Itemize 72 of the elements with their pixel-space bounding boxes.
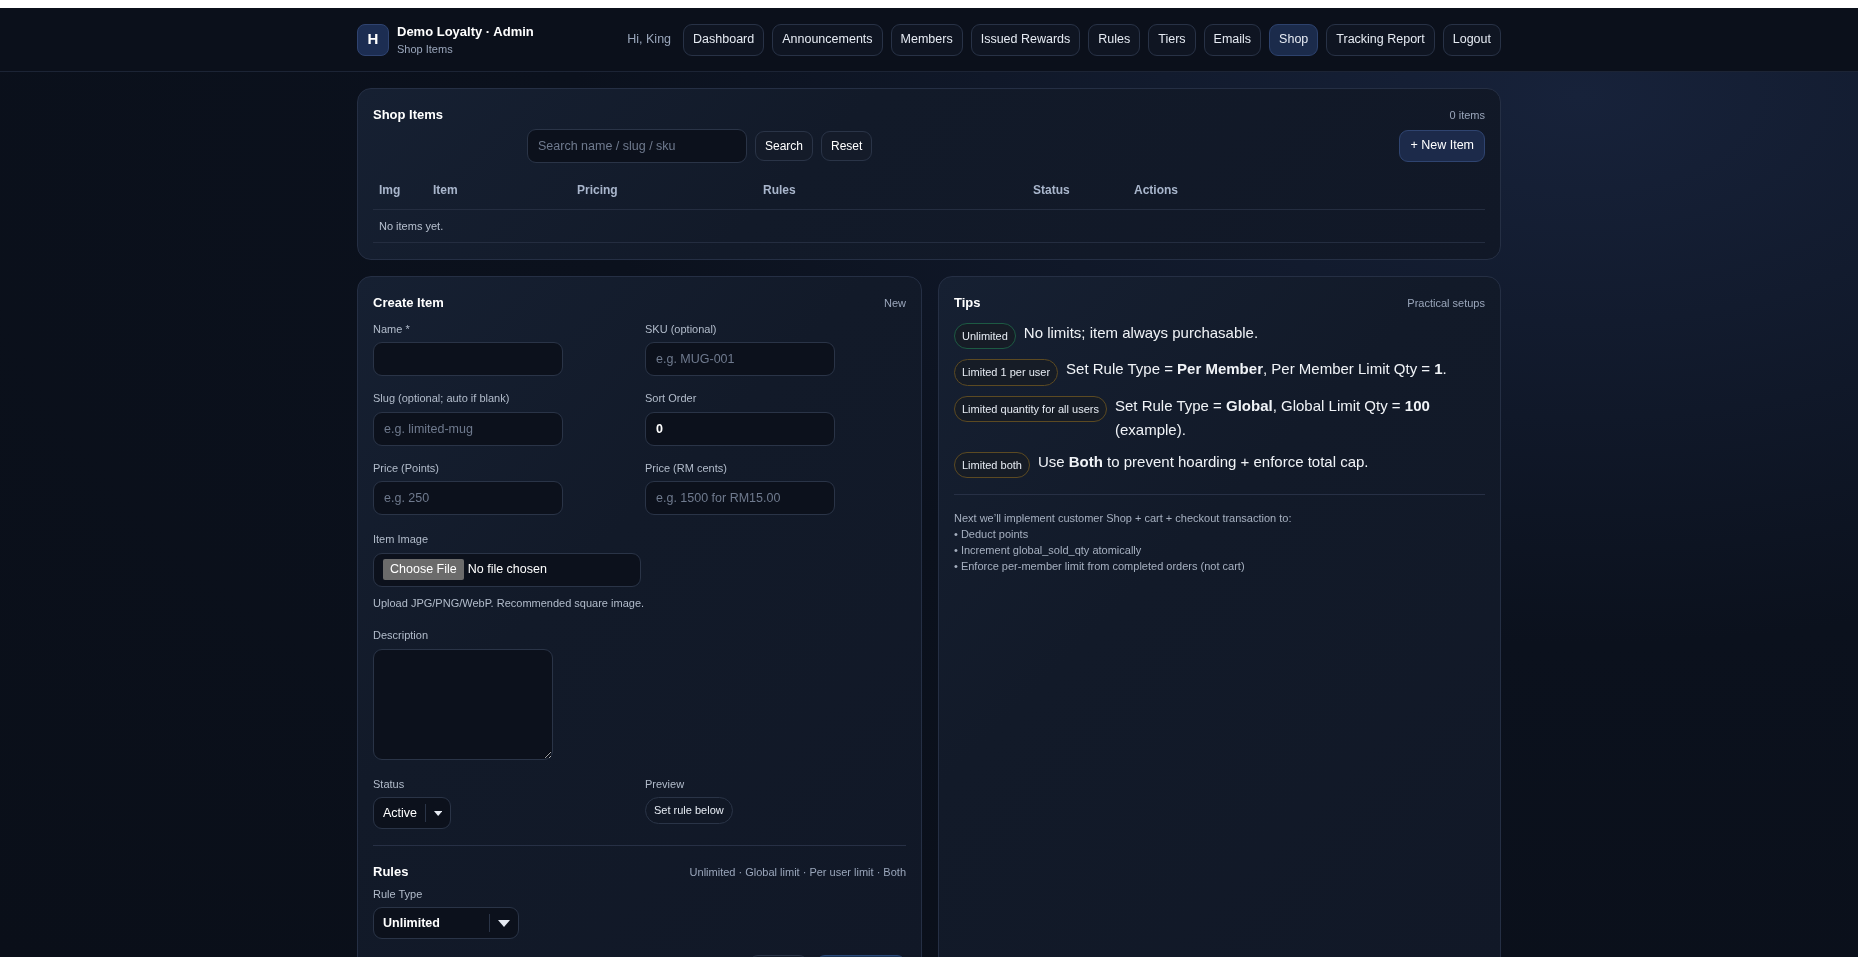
- app-title: Demo Loyalty · Admin: [397, 22, 534, 41]
- nav-button[interactable]: Shop: [1269, 23, 1319, 56]
- tip-text: Set Rule Type = Global, Global Limit Qty = 100 (example).: [1114, 395, 1431, 440]
- rule-badge: Unlimited: [954, 322, 1016, 349]
- nav-button[interactable]: Announcements: [772, 23, 883, 56]
- note-text: • Enforce per-member limit from completed orders (not cart): [954, 558, 1246, 574]
- status-dropdown[interactable]: Active: [373, 797, 451, 829]
- tip-text: Set Rule Type = Per Member, Per Member Limit Qty = 1.: [1066, 359, 1447, 379]
- section-title: Rules: [373, 863, 409, 881]
- field-label: Name *: [373, 321, 411, 337]
- caret-icon: [433, 809, 442, 817]
- card-title: Create Item: [373, 294, 444, 312]
- column-header: Pricing: [571, 170, 757, 209]
- logo-badge: H: [357, 23, 389, 56]
- nav-button[interactable]: Issued Rewards: [970, 23, 1081, 56]
- description-field[interactable]: [373, 648, 553, 760]
- column-header: Rules: [757, 170, 1027, 209]
- note-text: • Increment global_sold_qty atomically: [954, 542, 1143, 558]
- card-title: Tips: [954, 294, 981, 312]
- preview-pill: Set rule below: [645, 797, 733, 824]
- field-label: Slug (optional; auto if blank): [373, 391, 511, 406]
- field-label: Sort Order: [645, 391, 698, 406]
- reset-button[interactable]: Reset: [821, 130, 873, 161]
- field-label: Status: [373, 776, 406, 792]
- nav-button[interactable]: Tracking Report: [1326, 23, 1435, 56]
- text-input-field[interactable]: 0: [645, 411, 835, 446]
- search-field[interactable]: Search name / slug / sku: [527, 128, 747, 163]
- new-item-button[interactable]: + New Item: [1399, 129, 1485, 162]
- text-input-field[interactable]: e.g. MUG-001: [645, 342, 835, 376]
- card-title: Shop Items: [373, 106, 444, 124]
- page-subtitle: Shop Items: [397, 42, 454, 57]
- empty-table-message: No items yet.: [373, 209, 1485, 243]
- caret-icon: [498, 919, 510, 927]
- rule-type-dropdown[interactable]: Unlimited: [373, 907, 519, 939]
- help-text: Upload JPG/PNG/WebP. Recommended square image.: [373, 595, 646, 611]
- column-header: Img: [373, 170, 427, 209]
- rules-hint: Unlimited · Global limit · Per user limit · Both: [689, 864, 906, 880]
- text-input-field[interactable]: e.g. limited-mug: [373, 411, 563, 446]
- field-label: Price (Points): [373, 460, 441, 476]
- rule-badge: Limited both: [954, 451, 1030, 478]
- rule-badge: Limited quantity for all users: [954, 395, 1107, 422]
- column-header: Item: [427, 170, 571, 209]
- field-label: Item Image: [373, 532, 430, 547]
- greeting-text: Hi, King: [627, 31, 672, 49]
- nav-button[interactable]: Logout: [1442, 23, 1501, 56]
- nav-button[interactable]: Members: [890, 23, 963, 56]
- note-text: • Deduct points: [954, 526, 1030, 542]
- tip-text: No limits; item always purchasable.: [1023, 322, 1259, 343]
- field-label: Preview: [645, 776, 686, 792]
- nav-button[interactable]: Rules: [1088, 23, 1141, 56]
- item-count: 0 items: [1449, 107, 1485, 123]
- choose-file-button[interactable]: Choose File: [383, 559, 464, 580]
- text-input-field[interactable]: [373, 342, 563, 376]
- nav-button[interactable]: Emails: [1203, 23, 1262, 56]
- search-button[interactable]: Search: [755, 130, 814, 161]
- tip-text: Use Both to prevent hoarding + enforce total cap.: [1037, 451, 1369, 472]
- status-tag: New: [884, 294, 906, 311]
- file-status-text: No file chosen: [467, 561, 547, 579]
- note-text: Next we’ll implement customer Shop + cart + checkout transaction to:: [954, 511, 1293, 526]
- text-input-field[interactable]: e.g. 250: [373, 481, 563, 515]
- field-label: SKU (optional): [645, 321, 718, 337]
- column-header: Actions: [1128, 170, 1485, 209]
- field-label: Description: [373, 628, 430, 643]
- file-input-field[interactable]: Choose File No file chosen: [373, 552, 641, 587]
- field-label: Price (RM cents): [645, 460, 728, 476]
- text-input-field[interactable]: e.g. 1500 for RM15.00: [645, 481, 835, 515]
- field-label: Rule Type: [373, 886, 424, 902]
- card-subtitle: Practical setups: [1407, 295, 1485, 311]
- nav-button[interactable]: Dashboard: [683, 23, 765, 56]
- rule-badge: Limited 1 per user: [954, 359, 1059, 386]
- column-header: Status: [1027, 170, 1128, 209]
- nav-button[interactable]: Tiers: [1148, 23, 1196, 56]
